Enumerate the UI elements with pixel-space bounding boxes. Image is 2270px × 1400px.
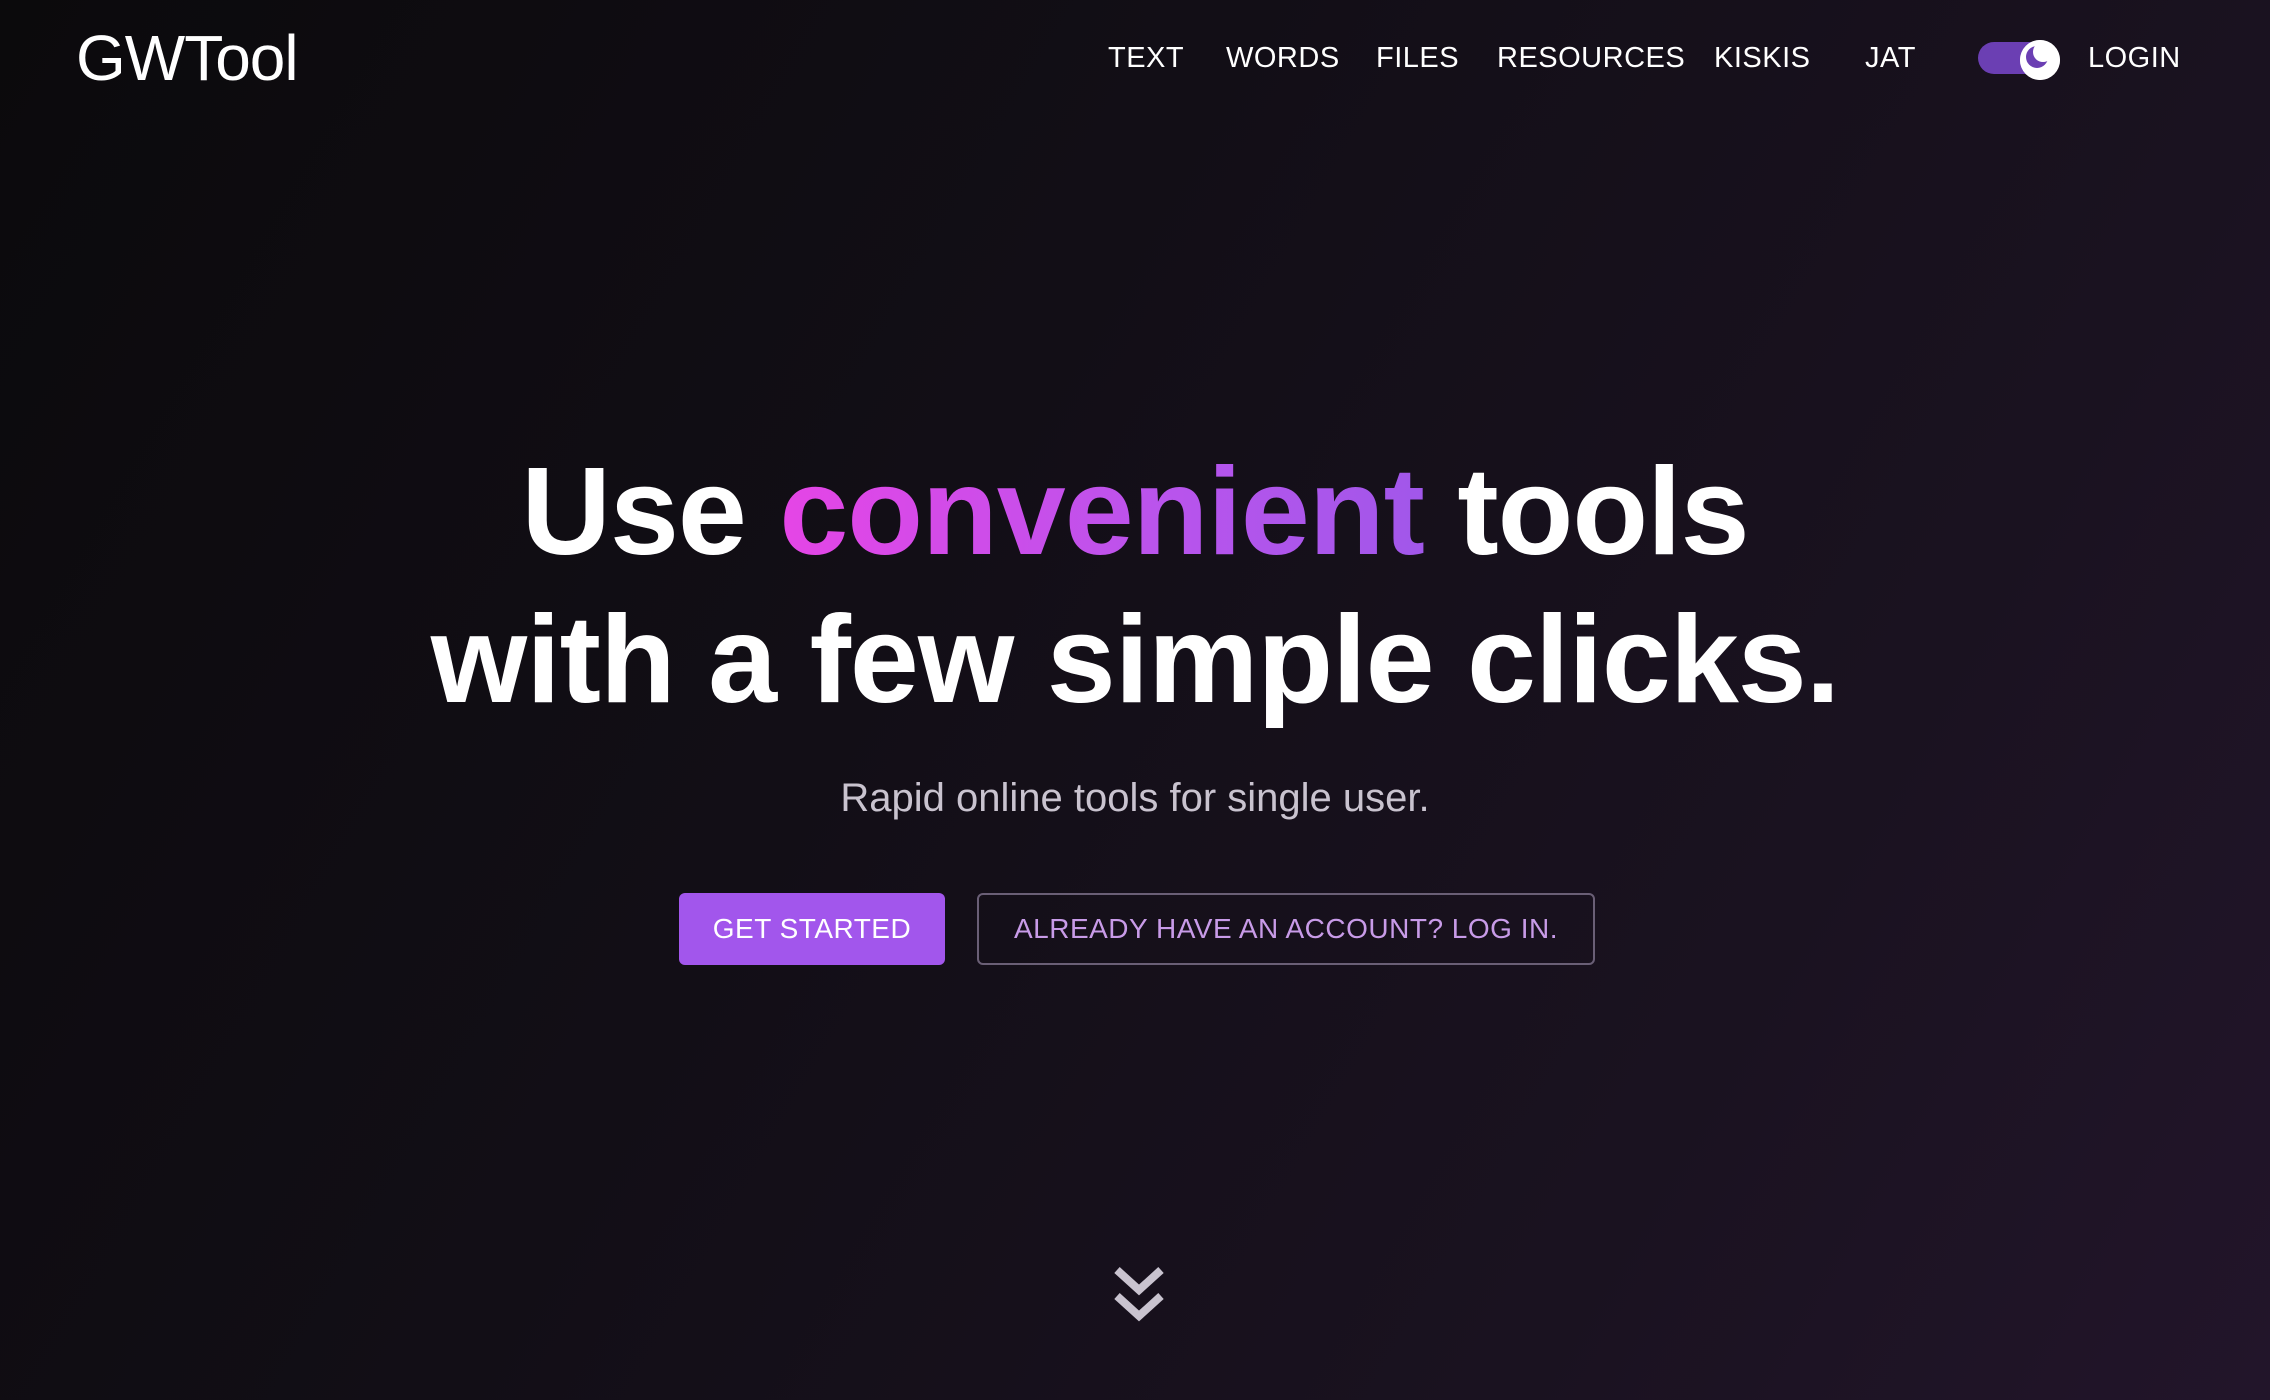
- nav-item-text[interactable]: TEXT: [1108, 36, 1184, 80]
- hero-title-line2: with a few simple clicks.: [430, 591, 1840, 729]
- site-header: GWTool TEXT WORDS FILES RESOURCES KISKIS…: [0, 0, 2270, 116]
- nav-item-words[interactable]: WORDS: [1226, 36, 1340, 80]
- nav-item-files[interactable]: FILES: [1376, 36, 1459, 80]
- hero-title-before: Use: [521, 443, 746, 581]
- get-started-button[interactable]: GET STARTED: [679, 893, 945, 965]
- nav-item-kiskis[interactable]: KISKIS: [1714, 36, 1811, 80]
- login-link[interactable]: LOGIN: [2088, 36, 2181, 80]
- hero-title-after: tools: [1457, 443, 1749, 581]
- login-cta-button[interactable]: ALREADY HAVE AN ACCOUNT? LOG IN.: [977, 893, 1595, 965]
- moon-icon: [2020, 40, 2060, 80]
- nav-item-jat[interactable]: JAT: [1865, 36, 1916, 80]
- hero-title-accent: convenient: [779, 443, 1425, 581]
- nav-item-resources[interactable]: RESOURCES: [1497, 36, 1685, 80]
- hero-title: Use convenient tools with a few simple c…: [0, 438, 2270, 734]
- hero-subtitle: Rapid online tools for single user.: [840, 776, 1430, 820]
- double-chevron-down-icon[interactable]: [1109, 1264, 1169, 1328]
- theme-toggle[interactable]: [1978, 40, 2060, 80]
- site-logo[interactable]: GWTool: [76, 22, 299, 94]
- toggle-knob: [2020, 40, 2060, 80]
